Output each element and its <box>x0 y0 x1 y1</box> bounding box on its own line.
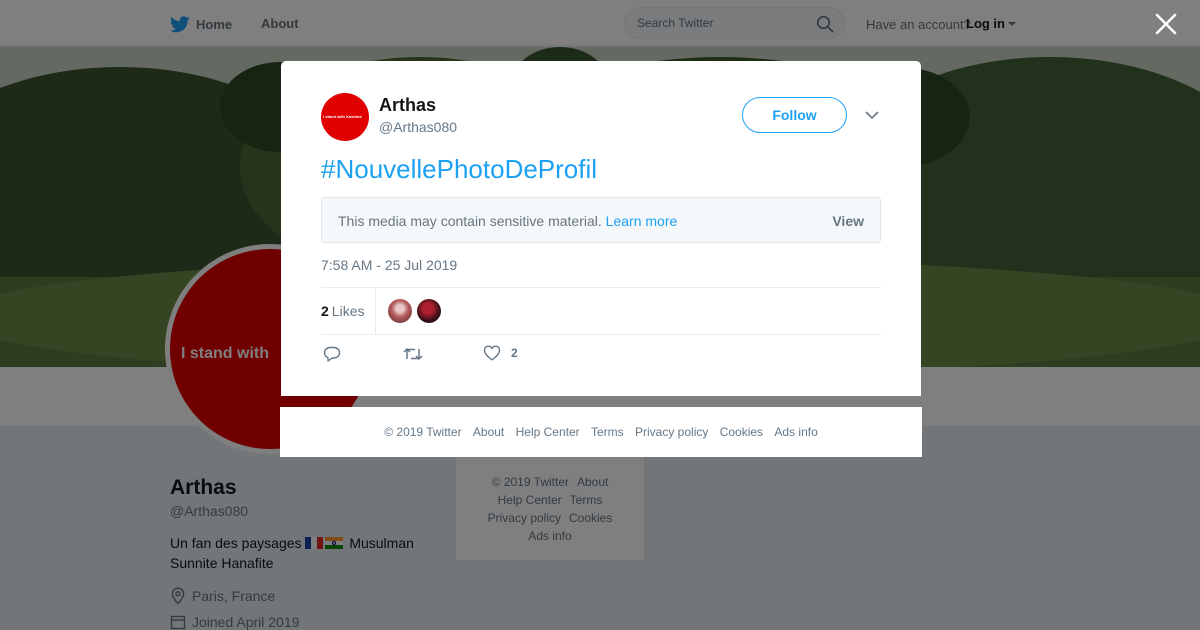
liker-avatar[interactable] <box>417 299 441 323</box>
tweet-modal: I stand with Kashmir Arthas @Arthas080 F… <box>281 61 921 396</box>
stats-divider <box>375 288 376 334</box>
liker-avatar[interactable] <box>388 299 412 323</box>
tweet-text[interactable]: #NouvellePhotoDeProfil <box>321 154 597 185</box>
footer-about-link[interactable]: About <box>473 425 504 439</box>
footer-privacy-link[interactable]: Privacy policy <box>635 425 708 439</box>
likes-stat[interactable]: 2 Likes <box>321 303 364 319</box>
learn-more-link[interactable]: Learn more <box>606 213 678 229</box>
retweet-icon <box>403 347 423 361</box>
tweet-timestamp[interactable]: 7:58 AM - 25 Jul 2019 <box>321 257 457 273</box>
likes-label: Likes <box>331 303 365 319</box>
follow-button[interactable]: Follow <box>742 97 847 133</box>
like-count: 2 <box>511 346 518 360</box>
sensitive-notice-text: This media may contain sensitive materia… <box>338 213 602 229</box>
tweet-author-name[interactable]: Arthas <box>379 95 436 116</box>
close-icon[interactable] <box>1153 11 1179 37</box>
footer-terms-link[interactable]: Terms <box>591 425 624 439</box>
modal-footer: © 2019 Twitter About Help Center Terms P… <box>280 407 922 457</box>
sensitive-notice-row: This media may contain sensitive materia… <box>338 213 677 229</box>
sensitive-media-notice: This media may contain sensitive materia… <box>321 197 881 243</box>
footer-copyright: © 2019 Twitter <box>384 425 462 439</box>
tweet-author-avatar[interactable]: I stand with Kashmir <box>321 93 369 141</box>
chevron-down-icon[interactable] <box>865 110 879 120</box>
tweet-author-handle[interactable]: @Arthas080 <box>379 119 457 135</box>
footer-ads-link[interactable]: Ads info <box>774 425 817 439</box>
reply-icon <box>323 346 341 362</box>
like-button[interactable]: 2 <box>483 345 518 361</box>
footer-help-link[interactable]: Help Center <box>516 425 580 439</box>
retweet-button[interactable] <box>403 345 423 363</box>
tweet-stats: 2 Likes <box>321 287 881 335</box>
likes-count: 2 <box>321 303 329 319</box>
tweet-avatar-text: I stand with Kashmir <box>323 114 363 119</box>
reply-button[interactable] <box>323 345 341 363</box>
footer-cookies-link[interactable]: Cookies <box>720 425 763 439</box>
tweet-actions: 2 <box>321 345 881 367</box>
view-media-button[interactable]: View <box>832 213 864 229</box>
heart-icon <box>483 345 501 361</box>
